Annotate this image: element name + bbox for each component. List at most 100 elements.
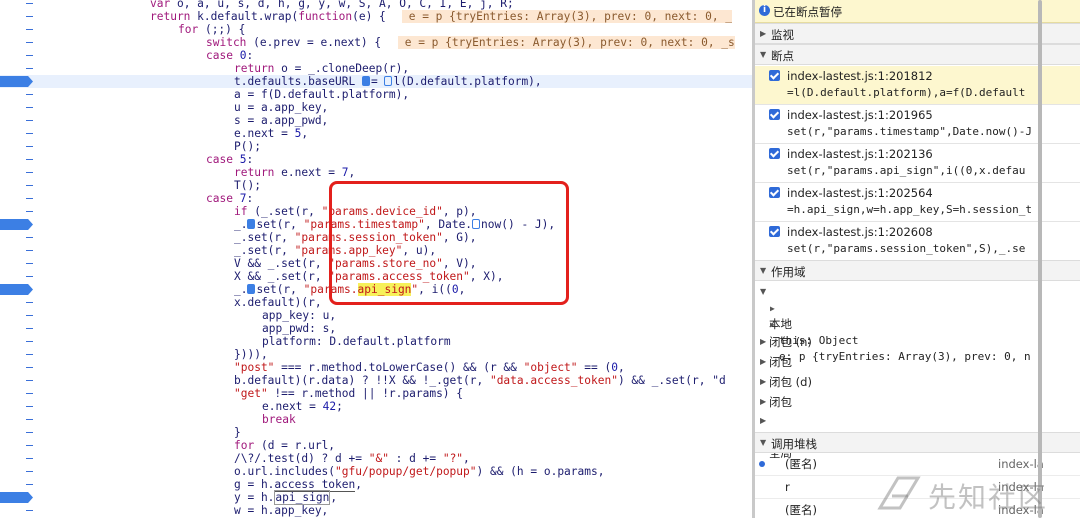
line-gutter[interactable] [0, 101, 50, 114]
code-line[interactable]: x.default)(r, [0, 296, 752, 309]
line-gutter[interactable] [0, 426, 50, 439]
line-gutter[interactable] [0, 478, 50, 491]
line-gutter[interactable] [0, 23, 50, 36]
line-gutter[interactable] [0, 439, 50, 452]
code-line[interactable]: y = h.api_sign, [0, 490, 752, 505]
code-line[interactable]: if (_.set(r, "params.device_id", p), [0, 205, 752, 218]
checkbox-checked-icon[interactable] [769, 187, 780, 198]
watch-section-header[interactable]: ▶ 监视 [755, 23, 1080, 44]
code-line[interactable]: u = a.app_key, [0, 101, 752, 114]
checkbox-checked-icon[interactable] [769, 109, 780, 120]
code-line[interactable]: o.url.includes("gfu/popup/get/popup") &&… [0, 465, 752, 478]
line-gutter[interactable] [0, 140, 50, 153]
code-line[interactable]: g = h.access_token, [0, 478, 752, 492]
line-gutter[interactable] [0, 348, 50, 361]
scope-this-row[interactable]: ▶ this: Object [755, 301, 1080, 348]
line-gutter[interactable] [0, 62, 50, 75]
checkbox-checked-icon[interactable] [769, 70, 780, 81]
code-line[interactable]: return e.next = 7, [0, 166, 752, 179]
code-line[interactable]: e.next = 42; [0, 400, 752, 413]
breakpoints-section-header[interactable]: ▼ 断点 [755, 44, 1080, 65]
code-line[interactable]: return k.default.wrap(function(e) { e = … [0, 10, 752, 23]
code-line[interactable]: app_key: u, [0, 309, 752, 322]
code-line[interactable]: T(); [0, 179, 752, 192]
code-line[interactable]: "get" !== r.method || !r.params) { [0, 387, 752, 400]
line-gutter[interactable] [0, 374, 50, 387]
line-gutter[interactable] [0, 322, 50, 335]
line-gutter[interactable] [0, 179, 50, 192]
line-gutter[interactable] [0, 296, 50, 309]
code-line[interactable]: platform: D.default.platform [0, 335, 752, 348]
source-code-panel[interactable]: var o, a, u, s, d, h, g, y, w, S, A, O, … [0, 0, 752, 518]
line-gutter[interactable] [0, 387, 50, 400]
code-line[interactable]: s = a.app_pwd, [0, 114, 752, 127]
line-gutter[interactable] [0, 335, 50, 348]
line-gutter[interactable] [0, 88, 50, 101]
code-line[interactable]: w = h.app_key, [0, 504, 752, 517]
breakpoint-marker[interactable] [0, 283, 50, 296]
code-line[interactable]: for (d = r.url, [0, 439, 752, 452]
line-gutter[interactable] [0, 361, 50, 374]
code-line[interactable]: for (;;) { [0, 23, 752, 36]
line-gutter[interactable] [0, 452, 50, 465]
code-line[interactable]: case 5: [0, 153, 752, 166]
scope-e-row[interactable]: ▶ e: p {tryEntries: Array(3), prev: 0, n [755, 317, 1080, 364]
code-line[interactable]: e.next = 5, [0, 127, 752, 140]
line-gutter[interactable] [0, 231, 50, 244]
line-gutter[interactable] [0, 166, 50, 179]
code-line[interactable]: V && _.set(r, "params.store_no", V), [0, 257, 752, 270]
code-line[interactable]: return o = _.cloneDeep(r), [0, 62, 752, 75]
scope-closure[interactable]: ▶ 闭包 [755, 394, 1080, 410]
line-gutter[interactable] [0, 413, 50, 426]
scope-global[interactable]: ▶ 全局 [755, 413, 1080, 461]
code-line[interactable]: _.set(r, "params.session_token", G), [0, 231, 752, 244]
line-gutter[interactable] [0, 127, 50, 140]
line-gutter[interactable] [0, 10, 50, 23]
scope-local[interactable]: ▼ 本地 [755, 284, 1080, 332]
code-line[interactable]: _. set(r, "params.api_sign", i((0, [0, 283, 752, 296]
line-gutter[interactable] [0, 257, 50, 270]
breakpoint-marker[interactable] [0, 218, 50, 231]
sidebar-scrollbar[interactable] [1038, 0, 1042, 518]
code-line[interactable]: app_pwd: s, [0, 322, 752, 335]
line-gutter[interactable] [0, 465, 50, 478]
code-line[interactable]: /\?/.test(d) ? d += "&" : d += "?", [0, 452, 752, 465]
code-line[interactable]: } [0, 426, 752, 439]
code-line[interactable]: }))), [0, 348, 752, 361]
code-line[interactable]: _. set(r, "params.timestamp", Date. now() … [0, 218, 752, 231]
code-line[interactable]: break [0, 413, 752, 426]
code-line[interactable]: var o, a, u, s, d, h, g, y, w, S, A, O, … [0, 0, 752, 10]
line-gutter[interactable] [0, 400, 50, 413]
breakpoint-item[interactable]: index-lastest.js:1:202608 set(r,"params.s… [755, 222, 1080, 261]
breakpoint-marker[interactable] [0, 491, 50, 504]
breakpoint-item[interactable]: index-lastest.js:1:202136 set(r,"params.a… [755, 144, 1080, 183]
line-gutter[interactable] [0, 309, 50, 322]
line-gutter[interactable] [0, 192, 50, 205]
code-line[interactable]: switch (e.prev = e.next) { e = p {tryEnt… [0, 36, 752, 49]
line-gutter[interactable] [0, 114, 50, 127]
line-gutter[interactable] [0, 244, 50, 257]
breakpoint-marker[interactable] [0, 75, 50, 88]
line-gutter[interactable] [0, 153, 50, 166]
checkbox-checked-icon[interactable] [769, 226, 780, 237]
code-line[interactable]: "post" === r.method.toLowerCase() && (r … [0, 361, 752, 374]
code-line[interactable]: b.default)(r.data) ? !!X && !_.get(r, "d… [0, 374, 752, 387]
code-line[interactable]: _.set(r, "params.app_key", u), [0, 244, 752, 257]
code-line[interactable]: X && _.set(r, "params.access_token", X), [0, 270, 752, 283]
line-gutter[interactable] [0, 49, 50, 62]
scope-closure[interactable]: ▶ 闭包 [755, 354, 1080, 370]
breakpoint-item[interactable]: index-lastest.js:1:202564 =h.api_sign,w=h… [755, 183, 1080, 222]
checkbox-checked-icon[interactable] [769, 148, 780, 159]
code-line[interactable]: a = f(D.default.platform), [0, 88, 752, 101]
code-line[interactable]: t.defaults.baseURL = l(D.default.platfor… [0, 75, 752, 88]
line-gutter[interactable] [0, 504, 50, 517]
breakpoint-item[interactable]: index-lastest.js:1:201965 set(r,"params.t… [755, 105, 1080, 144]
line-gutter[interactable] [0, 0, 50, 10]
code-line[interactable]: case 7: [0, 192, 752, 205]
callstack-section-header[interactable]: ▼ 调用堆栈 [755, 432, 1080, 453]
code-line[interactable]: P(); [0, 140, 752, 153]
line-gutter[interactable] [0, 36, 50, 49]
line-gutter[interactable] [0, 205, 50, 218]
scope-closure[interactable]: ▶ 闭包 (d) [755, 374, 1080, 390]
scope-section-header[interactable]: ▼ 作用域 [755, 260, 1080, 281]
